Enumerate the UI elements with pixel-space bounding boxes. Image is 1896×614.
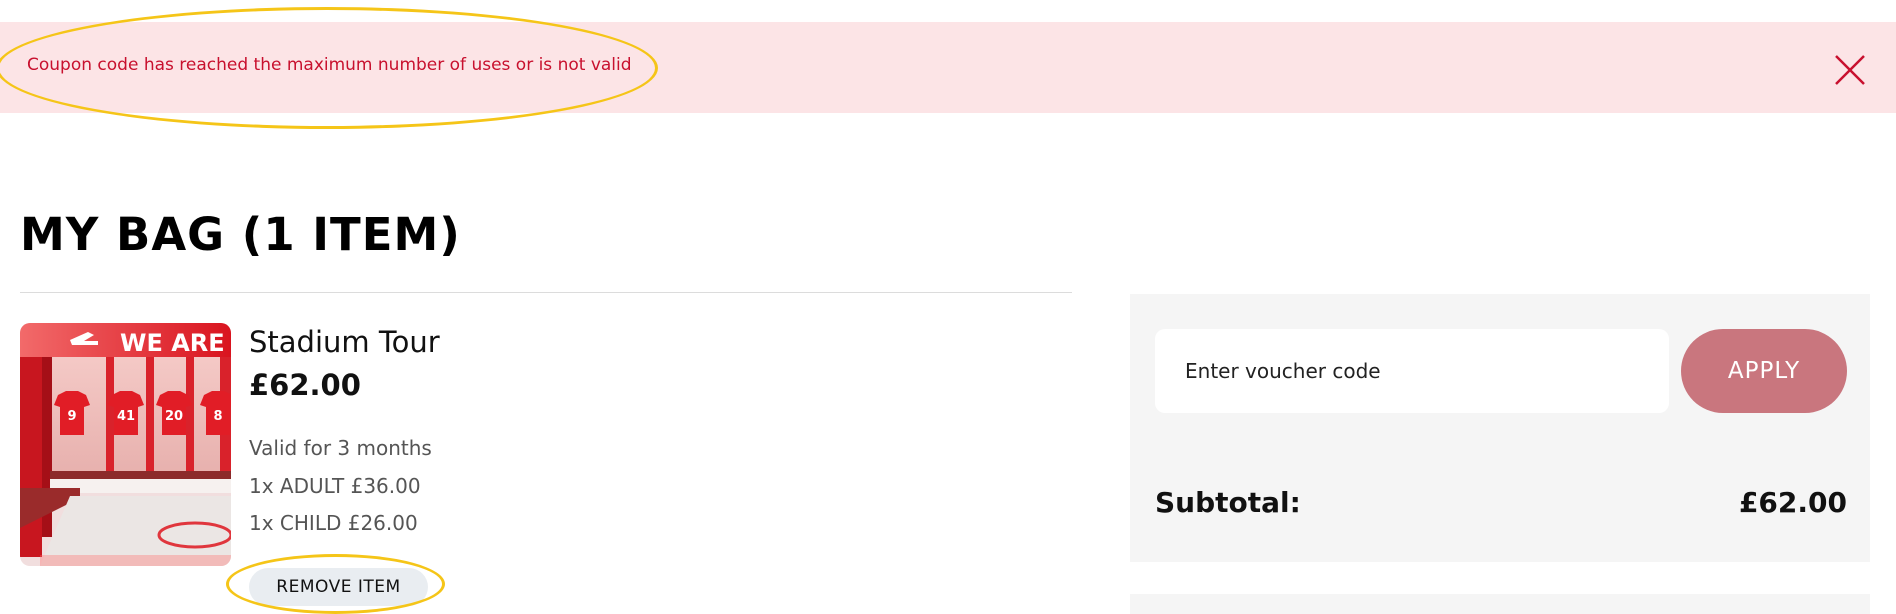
product-name[interactable]: Stadium Tour: [249, 325, 440, 359]
product-validity: Valid for 3 months: [249, 436, 432, 460]
remove-item-button[interactable]: REMOVE ITEM: [249, 568, 428, 606]
ticket-line-adult: 1x ADULT £36.00: [249, 474, 421, 498]
summary-panel-next: [1130, 594, 1870, 614]
shirt-number: 20: [165, 409, 183, 424]
shirt-number: 41: [117, 409, 135, 424]
image-banner-text: WE ARE TH: [120, 329, 231, 357]
product-image: WE ARE TH 9 41 20 8: [20, 323, 231, 566]
subtotal-value: £62.00: [1738, 486, 1847, 519]
close-icon[interactable]: [1832, 52, 1868, 88]
ticket-line-child: 1x CHILD £26.00: [249, 511, 418, 535]
voucher-code-input[interactable]: [1155, 329, 1669, 413]
shirt-number: 8: [213, 409, 222, 424]
divider: [20, 292, 1072, 293]
product-price: £62.00: [249, 368, 361, 402]
page-title: MY BAG (1 ITEM): [20, 208, 461, 261]
subtotal-label: Subtotal:: [1155, 486, 1301, 519]
alert-message: Coupon code has reached the maximum numb…: [27, 55, 632, 75]
apply-voucher-button[interactable]: APPLY: [1681, 329, 1847, 413]
shirt-number: 9: [67, 409, 76, 424]
